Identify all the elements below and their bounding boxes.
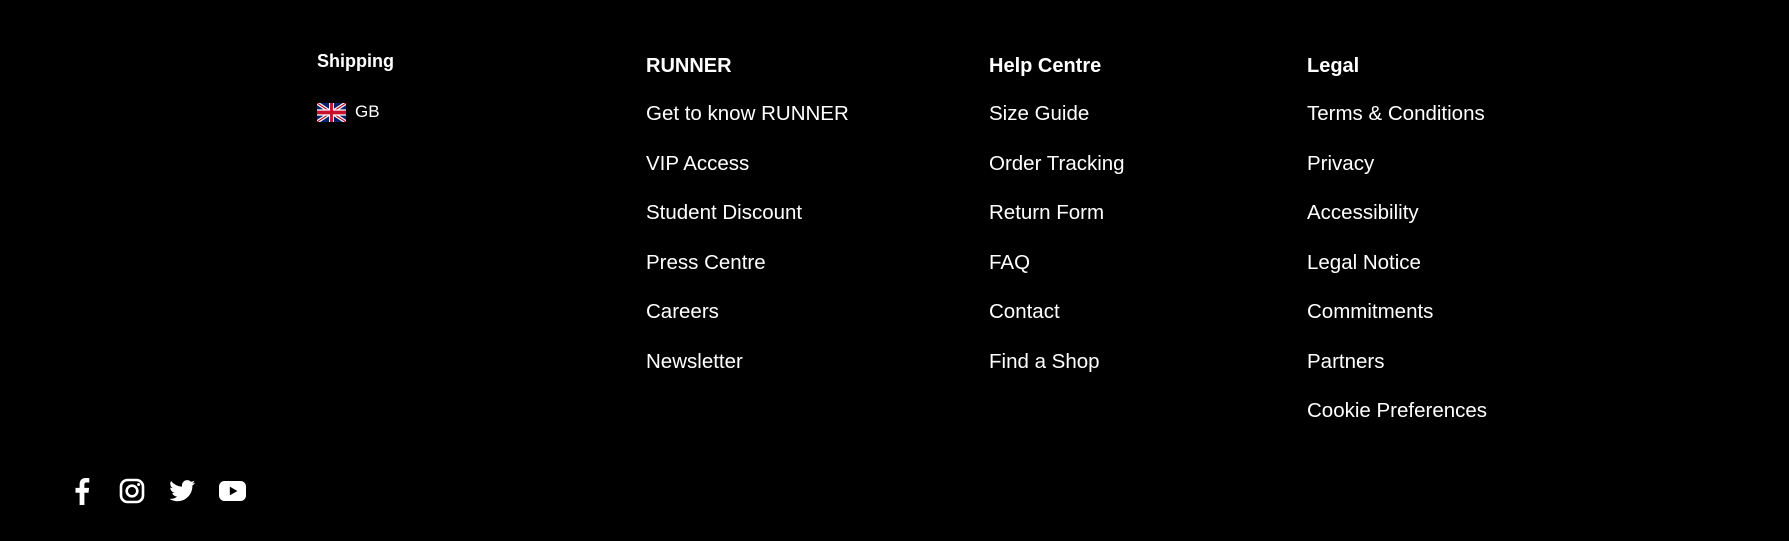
instagram-link[interactable] [118, 477, 146, 505]
link-size-guide[interactable]: Size Guide [989, 102, 1089, 125]
runner-column: RUNNER Get to know RUNNER VIP Access Stu… [646, 53, 849, 375]
link-press-centre[interactable]: Press Centre [646, 251, 766, 274]
facebook-icon [75, 477, 90, 505]
youtube-icon [218, 481, 246, 501]
link-vip-access[interactable]: VIP Access [646, 152, 749, 175]
youtube-link[interactable] [218, 477, 246, 505]
help-centre-column: Help Centre Size Guide Order Tracking Re… [989, 53, 1125, 375]
legal-column-title: Legal [1307, 55, 1360, 77]
runner-links: Get to know RUNNER VIP Access Student Di… [646, 101, 849, 375]
help-centre-links: Size Guide Order Tracking Return Form FA… [989, 101, 1125, 375]
facebook-link[interactable] [68, 477, 96, 505]
twitter-link[interactable] [168, 477, 196, 505]
runner-column-title: RUNNER [646, 55, 732, 77]
shipping-country-selector[interactable]: GB [317, 102, 394, 122]
country-code: GB [355, 102, 380, 121]
legal-column: Legal Terms & Conditions Privacy Accessi… [1307, 53, 1487, 424]
link-newsletter[interactable]: Newsletter [646, 350, 743, 373]
link-careers[interactable]: Careers [646, 300, 719, 323]
link-privacy[interactable]: Privacy [1307, 152, 1374, 175]
link-faq[interactable]: FAQ [989, 251, 1030, 274]
twitter-icon [168, 480, 195, 502]
link-contact[interactable]: Contact [989, 300, 1060, 323]
uk-flag-icon [317, 102, 346, 122]
legal-links: Terms & Conditions Privacy Accessibility… [1307, 101, 1487, 424]
link-student-discount[interactable]: Student Discount [646, 201, 802, 224]
link-cookie-preferences[interactable]: Cookie Preferences [1307, 399, 1487, 422]
link-order-tracking[interactable]: Order Tracking [989, 152, 1125, 175]
instagram-icon [119, 478, 145, 504]
help-centre-column-title: Help Centre [989, 55, 1102, 77]
link-find-a-shop[interactable]: Find a Shop [989, 350, 1100, 373]
shipping-title: Shipping [317, 51, 394, 71]
link-legal-notice[interactable]: Legal Notice [1307, 251, 1421, 274]
shipping-section: Shipping GB [317, 50, 394, 122]
link-commitments[interactable]: Commitments [1307, 300, 1433, 323]
link-return-form[interactable]: Return Form [989, 201, 1104, 224]
link-partners[interactable]: Partners [1307, 350, 1384, 373]
link-accessibility[interactable]: Accessibility [1307, 201, 1419, 224]
link-get-to-know-runner[interactable]: Get to know RUNNER [646, 102, 849, 125]
link-terms-conditions[interactable]: Terms & Conditions [1307, 102, 1485, 125]
social-links [68, 477, 268, 505]
